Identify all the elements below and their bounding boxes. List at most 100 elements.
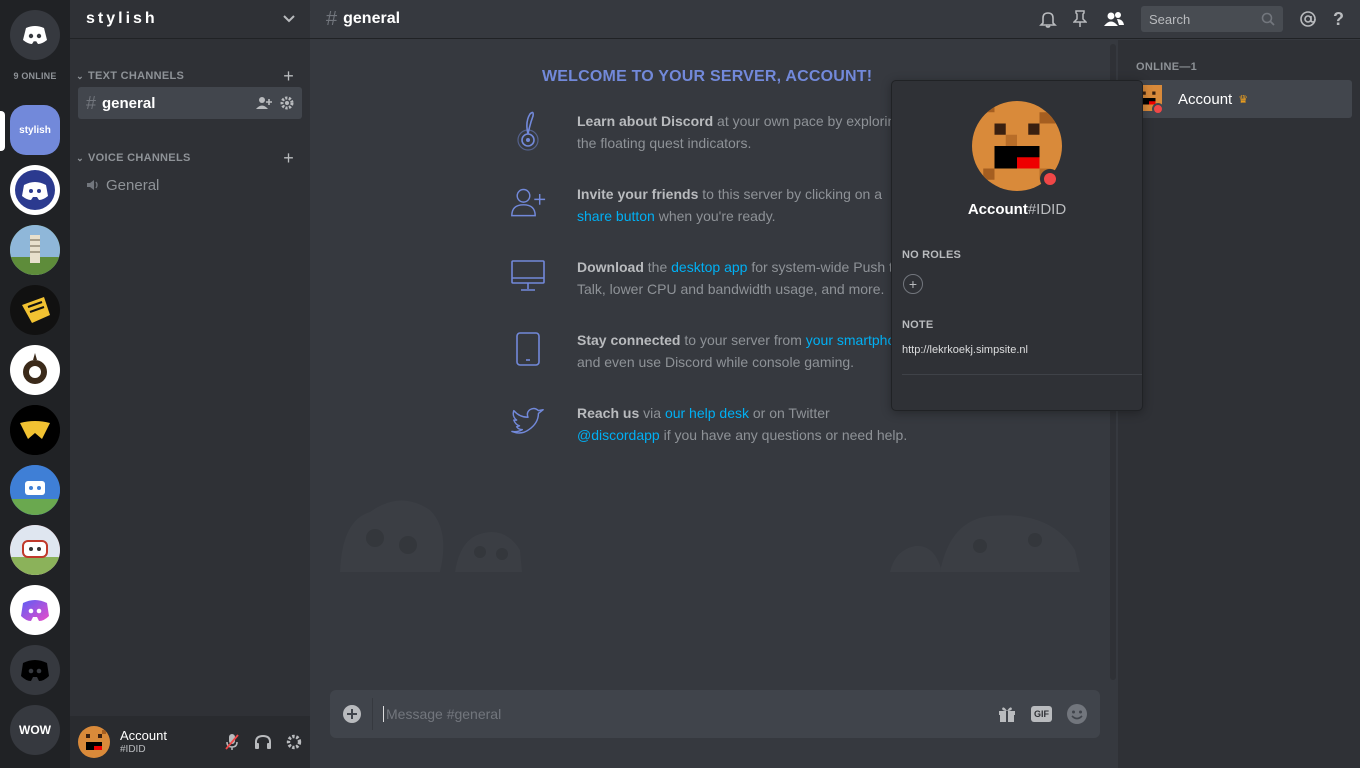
category-label: TEXT CHANNELS (88, 70, 185, 82)
emoji-icon[interactable] (1066, 703, 1088, 725)
welcome-title: WELCOME TO YOUR SERVER, ACCOUNT! (542, 68, 873, 85)
decorative-mascots (330, 490, 1100, 572)
chevron-down-icon (282, 14, 296, 24)
add-role-button[interactable]: + (903, 274, 923, 294)
member-list-icon[interactable] (1103, 11, 1125, 27)
message-composer[interactable]: Message #general GIF (330, 690, 1100, 738)
note-field[interactable]: http://lekrkoekj.simpsite.nl (902, 344, 1028, 356)
twitter-icon (510, 402, 546, 442)
upload-plus-icon[interactable] (342, 704, 362, 724)
welcome-text: when you're ready. (654, 208, 776, 224)
notification-bell-icon[interactable] (1039, 10, 1057, 28)
voice-channels-category[interactable]: ⌄ VOICE CHANNELS + (74, 148, 310, 168)
home-button[interactable] (10, 10, 60, 60)
gift-icon[interactable] (997, 704, 1017, 724)
help-desk-link[interactable]: our help desk (665, 405, 749, 421)
online-count: 9 ONLINE (13, 71, 57, 81)
welcome-bold: Stay connected (577, 332, 681, 348)
twitter-handle-link[interactable]: @discordapp (577, 427, 660, 443)
welcome-text: if you have any questions or need help. (659, 427, 908, 443)
username: Account (120, 728, 167, 744)
server-icon-7[interactable] (10, 465, 60, 515)
hash-icon: # (86, 92, 97, 113)
divider (902, 374, 1142, 375)
server-wow[interactable]: WOW (10, 705, 60, 755)
desktop-app-link[interactable]: desktop app (671, 259, 747, 275)
member-name: Account (1178, 90, 1233, 108)
welcome-item-invite: Invite your friends to this server by cl… (510, 183, 930, 227)
selected-server-indicator (0, 111, 5, 151)
chevron-down-icon: ⌄ (76, 70, 84, 81)
member-list: ONLINE—1 Account ♛ (1118, 40, 1360, 768)
gear-icon[interactable] (280, 96, 294, 110)
search-input[interactable]: Search (1141, 6, 1283, 32)
welcome-text: for system-wide Push to (747, 259, 901, 275)
discord-app: 9 ONLINE stylish WOW stylish ⌄ TEXT CHAN… (0, 0, 1360, 768)
voice-channel-general[interactable]: General (78, 169, 302, 201)
headphones-icon[interactable] (254, 734, 272, 750)
dnd-status-icon (1152, 103, 1164, 115)
user-settings-gear-icon[interactable] (286, 734, 302, 750)
server-icon-10[interactable] (10, 645, 60, 695)
channel-header: # general Search ? (310, 0, 1360, 39)
mute-microphone-icon[interactable] (224, 733, 240, 751)
server-icon-6[interactable] (10, 405, 60, 455)
server-icon-3[interactable] (10, 225, 60, 275)
server-stylish[interactable]: stylish (10, 105, 60, 155)
welcome-item-mobile: Stay connected to your server from your … (510, 329, 930, 373)
server-label: stylish (19, 124, 51, 136)
create-channel-icon[interactable]: + (283, 66, 294, 87)
welcome-text: via (639, 405, 665, 421)
popout-username: Account#IDID (892, 201, 1142, 218)
user-tag: #IDID (120, 743, 146, 755)
quest-icon (510, 110, 546, 151)
server-label: WOW (19, 723, 51, 737)
welcome-item-reach: Reach us via our help desk or on Twitter… (510, 402, 930, 446)
note-label: NOTE (902, 319, 934, 331)
channel-sidebar: stylish ⌄ TEXT CHANNELS + # general ⌄ VO… (70, 0, 310, 768)
phone-icon (510, 329, 546, 369)
mentions-at-icon[interactable] (1299, 10, 1317, 28)
server-icon-8[interactable] (10, 525, 60, 575)
help-question-icon[interactable]: ? (1333, 9, 1344, 30)
channel-general[interactable]: # general (78, 87, 302, 119)
server-icon-2[interactable] (10, 165, 60, 215)
guild-name: stylish (86, 10, 158, 27)
welcome-text: to your server from (680, 332, 806, 348)
share-button-link[interactable]: share button (577, 208, 655, 224)
guild-header[interactable]: stylish (70, 0, 310, 39)
category-label: VOICE CHANNELS (88, 152, 191, 164)
member-item[interactable]: Account ♛ (1128, 80, 1352, 118)
text-channels-category[interactable]: ⌄ TEXT CHANNELS + (74, 66, 310, 86)
server-icon-5[interactable] (10, 345, 60, 395)
welcome-item-learn: Learn about Discord at your own pace by … (510, 110, 930, 154)
welcome-text: or on Twitter (749, 405, 830, 421)
gif-icon[interactable]: GIF (1031, 706, 1052, 722)
message-input[interactable]: Message #general (383, 706, 501, 722)
welcome-text: the floating quest indicators. (577, 135, 752, 151)
popout-header: Account#IDID (892, 81, 1142, 241)
roles-label: NO ROLES (902, 249, 962, 261)
welcome-text: and even use Discord while console gamin… (577, 354, 855, 370)
member-group-header: ONLINE—1 (1136, 61, 1198, 73)
search-icon (1261, 12, 1275, 26)
speaker-icon (86, 178, 100, 192)
welcome-text: to this server by clicking on a (698, 186, 882, 202)
welcome-bold: Learn about Discord (577, 113, 714, 129)
welcome-text: Talk, lower CPU and bandwidth usage, and… (577, 281, 885, 297)
avatar[interactable] (78, 726, 110, 758)
user-profile-popout: Account#IDID NO ROLES + NOTE http://lekr… (891, 80, 1143, 411)
hash-icon: # (326, 7, 338, 30)
dnd-status-icon (1040, 169, 1060, 189)
welcome-text: the (643, 259, 672, 275)
server-icon-4[interactable] (10, 285, 60, 335)
channel-title: general (343, 10, 401, 27)
pin-icon[interactable] (1073, 10, 1087, 28)
add-friend-icon (510, 183, 546, 223)
chevron-down-icon: ⌄ (76, 152, 84, 163)
create-invite-icon[interactable] (256, 96, 272, 110)
create-channel-icon[interactable]: + (283, 148, 294, 169)
search-placeholder: Search (1149, 11, 1191, 27)
user-panel: Account #IDID (70, 716, 310, 768)
server-icon-9[interactable] (10, 585, 60, 635)
